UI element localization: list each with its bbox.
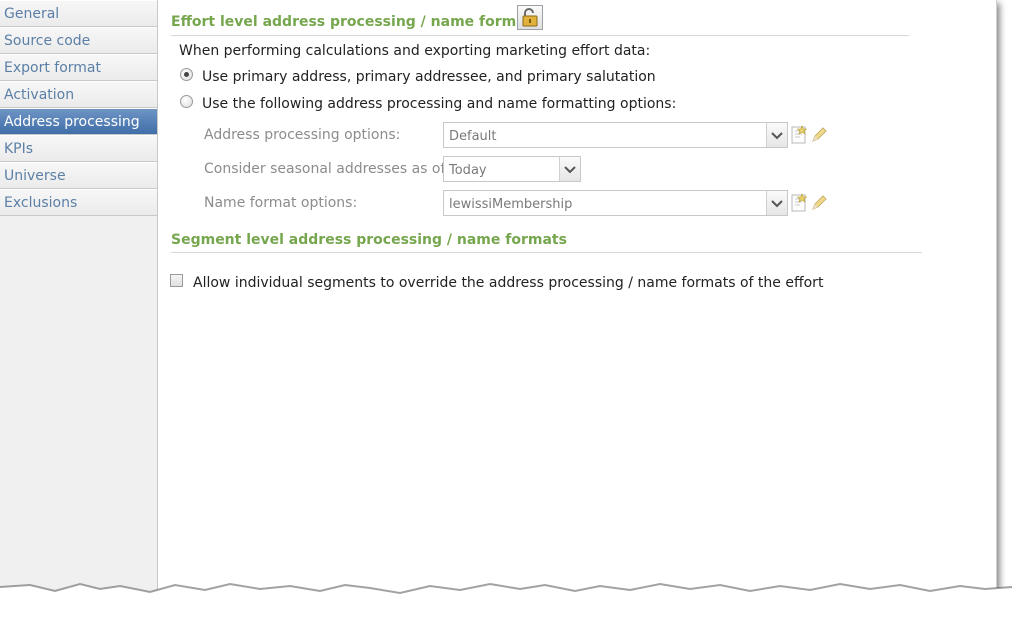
main-content: Effort level address processing / name f… <box>158 0 996 600</box>
radio-custom-options[interactable] <box>180 95 193 108</box>
address-processing-dropdown-button[interactable] <box>766 123 787 147</box>
radio-primary-address-label[interactable]: Use primary address, primary addressee, … <box>202 69 656 85</box>
pencil-icon <box>812 195 827 210</box>
radio-custom-options-label[interactable]: Use the following address processing and… <box>202 96 676 112</box>
add-name-format-button[interactable] <box>789 192 809 214</box>
sidebar-item-general[interactable]: General <box>0 0 157 27</box>
sidebar-item-exclusions[interactable]: Exclusions <box>0 189 157 216</box>
chevron-down-icon <box>771 200 783 208</box>
name-format-select[interactable]: lewissiMembership <box>443 190 788 216</box>
effort-intro-text: When performing calculations and exporti… <box>179 43 651 59</box>
seasonal-date-select[interactable]: Today <box>443 156 581 182</box>
radio-primary-address[interactable] <box>180 68 193 81</box>
address-processing-select[interactable]: Default <box>443 122 788 148</box>
seasonal-date-value: Today <box>449 163 487 178</box>
chevron-down-icon <box>564 166 576 174</box>
sidebar-item-address-processing[interactable]: Address processing <box>0 108 157 135</box>
allow-override-checkbox[interactable] <box>170 274 183 287</box>
new-document-icon <box>791 125 808 144</box>
sidebar: General Source code Export format Activa… <box>0 0 158 600</box>
sidebar-item-activation[interactable]: Activation <box>0 81 157 108</box>
chevron-down-icon <box>771 132 783 140</box>
sidebar-item-universe[interactable]: Universe <box>0 162 157 189</box>
window-frame: General Source code Export format Activa… <box>0 0 997 600</box>
add-address-option-button[interactable] <box>789 124 809 146</box>
edit-address-option-button[interactable] <box>809 124 829 146</box>
address-processing-value: Default <box>449 129 497 144</box>
new-document-icon <box>791 193 808 212</box>
pencil-icon <box>812 127 827 142</box>
segment-section-divider <box>171 252 922 253</box>
effort-section-divider <box>171 35 909 36</box>
allow-override-label[interactable]: Allow individual segments to override th… <box>193 275 823 291</box>
segment-section-title: Segment level address processing / name … <box>171 232 567 248</box>
seasonal-date-dropdown-button[interactable] <box>559 157 580 181</box>
edit-name-format-button[interactable] <box>809 192 829 214</box>
sidebar-item-kpis[interactable]: KPIs <box>0 135 157 162</box>
radio-selected-dot <box>184 72 189 77</box>
torn-edge-decoration <box>0 582 1012 624</box>
name-format-value: lewissiMembership <box>449 197 573 212</box>
seasonal-addresses-label: Consider seasonal addresses as of: <box>204 161 450 177</box>
name-format-dropdown-button[interactable] <box>766 191 787 215</box>
sidebar-item-source-code[interactable]: Source code <box>0 27 157 54</box>
address-processing-label: Address processing options: <box>204 127 401 143</box>
lock-button[interactable] <box>517 5 543 30</box>
sidebar-item-export-format[interactable]: Export format <box>0 54 157 81</box>
name-format-label: Name format options: <box>204 195 358 211</box>
effort-section-title: Effort level address processing / name f… <box>171 14 541 30</box>
lock-open-icon <box>522 8 538 27</box>
